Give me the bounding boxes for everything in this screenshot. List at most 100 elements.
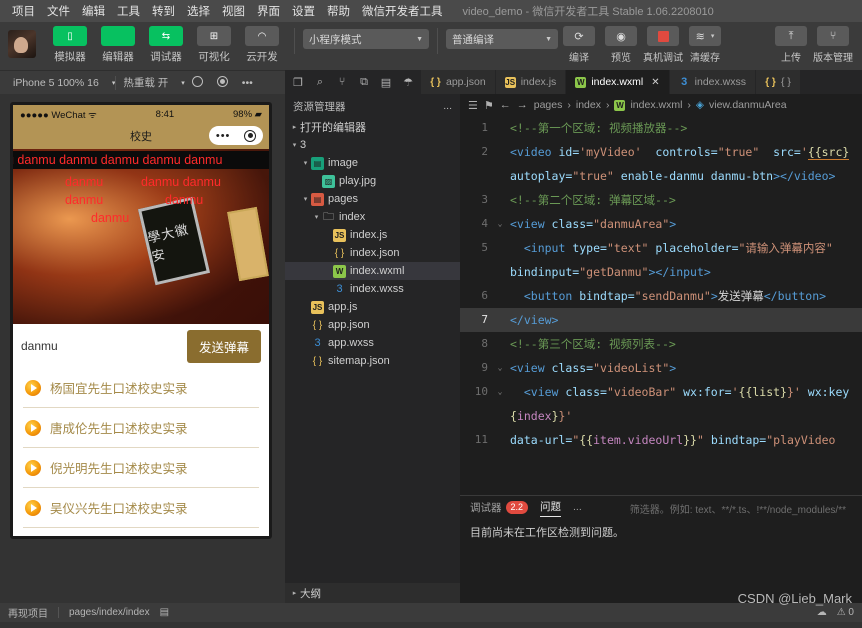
status-save-icon[interactable]: ▤	[160, 607, 169, 618]
list-icon[interactable]: ☰	[468, 99, 478, 112]
extensions-icon[interactable]: ⧉	[353, 76, 375, 89]
fold-icon[interactable]: ⌄	[494, 212, 506, 236]
fold-icon[interactable]	[494, 116, 506, 140]
explorer-item-index.wxml[interactable]: Windex.wxml	[285, 262, 460, 280]
branch-icon[interactable]: ⑂	[331, 76, 353, 88]
copy-icon[interactable]: ❐	[287, 76, 309, 89]
fold-icon[interactable]	[494, 236, 506, 260]
video-list-item[interactable]: 杨国宜先生口述校史实录	[23, 368, 259, 408]
menu-item-9[interactable]: 帮助	[321, 3, 356, 19]
explorer-item-app.wxss[interactable]: 3 app.wxss	[285, 334, 460, 352]
send-danmu-button[interactable]: 发送弹幕	[186, 329, 261, 363]
panel-filter-input[interactable]: 筛选器。例如: text、**/*.ts、!**/node_modules/**	[630, 501, 846, 516]
breadcrumb-part-0[interactable]: pages	[534, 99, 563, 111]
action-button-清缓存[interactable]: ≋ ▾ 清缓存	[684, 26, 726, 64]
breadcrumb-part-2[interactable]: index.wxml	[630, 99, 682, 111]
record-icon[interactable]	[210, 75, 235, 90]
editor-tab-app.json[interactable]: { } app.json	[421, 70, 496, 94]
panel-tab-调试器[interactable]: 调试器 2.2	[470, 500, 529, 517]
fold-icon[interactable]	[494, 332, 506, 356]
search-icon[interactable]: ⌕	[309, 76, 331, 89]
outline-section[interactable]: ▸ 大纲	[285, 583, 460, 603]
explorer-item-sitemap.json[interactable]: { } sitemap.json	[285, 352, 460, 370]
fold-icon[interactable]	[494, 140, 506, 164]
fold-icon[interactable]	[494, 188, 506, 212]
debug-icon[interactable]: ☂	[397, 76, 419, 89]
toolbar-button-调试器[interactable]: ⇆ 调试器	[142, 26, 190, 64]
video-list-item[interactable]: 倪光明先生口述校史实录	[23, 448, 259, 488]
forward-arrow-icon[interactable]: →	[517, 99, 528, 111]
breadcrumb-part-3[interactable]: view.danmuArea	[709, 99, 787, 111]
panel-tab-...[interactable]: ...	[573, 501, 582, 515]
fold-icon[interactable]: ⌄	[494, 380, 506, 404]
explorer-item-index.js[interactable]: JS index.js	[285, 226, 460, 244]
explorer-item-打开的编辑器[interactable]: ▸ 打开的编辑器	[285, 118, 460, 136]
fold-icon[interactable]	[494, 260, 506, 284]
panel-tab-问题[interactable]: 问题	[540, 499, 562, 517]
explorer-item-index.wxss[interactable]: 3 index.wxss	[285, 280, 460, 298]
explorer-item-index[interactable]: ▾ 🗀 index	[285, 208, 460, 226]
explorer-item-pages[interactable]: ▾ ▤ pages	[285, 190, 460, 208]
hot-reload-toggle[interactable]: 热重载 开	[116, 75, 175, 90]
chevron-icon-1: ▾	[292, 142, 297, 149]
menu-item-8[interactable]: 设置	[286, 3, 321, 19]
capsule-buttons[interactable]: •••	[209, 126, 263, 145]
fold-icon[interactable]	[494, 428, 506, 452]
code-line-7: 7 </view>	[460, 308, 862, 332]
status-warn-icon[interactable]: ⚠ 0	[837, 607, 854, 618]
menu-item-5[interactable]: 选择	[181, 3, 216, 19]
action-button-版本管理[interactable]: ⑂ 版本管理	[812, 26, 854, 64]
editor-tab-index.wxml[interactable]: Windex.wxml ✕	[566, 70, 670, 94]
explorer-item-image[interactable]: ▾ ▤ image	[285, 154, 460, 172]
menu-item-7[interactable]: 界面	[251, 3, 286, 19]
status-project[interactable]: 再现项目	[8, 605, 48, 620]
video-list-item[interactable]: 唐成伦先生口述校史实录	[23, 408, 259, 448]
status-path[interactable]: pages/index/index	[69, 607, 150, 618]
editor-tab-index.js[interactable]: JS index.js	[495, 70, 567, 94]
code-content[interactable]: 1 <!--第一个区域: 视频播放器--> 2 <video id='myVideo'…	[460, 116, 862, 495]
menu-item-4[interactable]: 转到	[146, 3, 181, 19]
menu-item-6[interactable]: 视图	[216, 3, 251, 19]
breadcrumb-part-1[interactable]: index	[576, 99, 601, 111]
toolbar-button-编辑器[interactable]: 编辑器	[94, 26, 142, 64]
fold-icon[interactable]	[494, 404, 506, 428]
action-button-真机调试[interactable]: 真机调试	[642, 26, 684, 64]
action-button-编译[interactable]: ⟳ 编译	[558, 26, 600, 64]
refresh-circle-icon[interactable]	[185, 75, 210, 90]
fold-icon[interactable]	[494, 308, 506, 332]
menu-item-1[interactable]: 文件	[41, 3, 76, 19]
back-arrow-icon[interactable]: ←	[500, 99, 511, 111]
fold-icon[interactable]	[494, 164, 506, 188]
menu-item-2[interactable]: 编辑	[76, 3, 111, 19]
action-button-上传[interactable]: ⤒ 上传	[770, 26, 812, 64]
explorer-more-icon[interactable]: ...	[443, 100, 452, 112]
danmu-input[interactable]: danmu	[21, 339, 187, 353]
avatar[interactable]	[8, 30, 36, 58]
more-icon[interactable]: •••	[235, 77, 260, 89]
fold-icon[interactable]: ⌄	[494, 356, 506, 380]
explorer-item-app.js[interactable]: JS app.js	[285, 298, 460, 316]
explorer-item-app.json[interactable]: { } app.json	[285, 316, 460, 334]
menu-item-0[interactable]: 项目	[6, 3, 41, 19]
action-button-预览[interactable]: ◉ 预览	[600, 26, 642, 64]
device-select[interactable]: iPhone 5 100% 16	[6, 77, 106, 89]
toolbar-button-可视化[interactable]: ⊞ 可视化	[190, 26, 238, 64]
save-icon[interactable]: ▤	[375, 76, 397, 89]
toolbar-button-模拟器[interactable]: ▯ 模拟器	[46, 26, 94, 64]
close-icon[interactable]: ✕	[651, 77, 659, 88]
status-bell-icon[interactable]: ☁	[817, 607, 827, 618]
bookmark-icon[interactable]: ⚑	[484, 99, 494, 112]
compile-select[interactable]: 普通编译 ▼	[446, 29, 558, 49]
explorer-item-index.json[interactable]: { } index.json	[285, 244, 460, 262]
menu-item-3[interactable]: 工具	[111, 3, 146, 19]
video-list-item[interactable]: 吴仪兴先生口述校史实录	[23, 488, 259, 528]
menu-item-10[interactable]: 微信开发者工具	[356, 3, 449, 19]
editor-tab-index.wxss[interactable]: 3 index.wxss	[669, 70, 756, 94]
editor-tab-{ }[interactable]: { } { }	[756, 70, 801, 94]
toolbar-button-云开发[interactable]: ◠ 云开发	[238, 26, 286, 64]
fold-icon[interactable]	[494, 284, 506, 308]
explorer-item-3[interactable]: ▾ 3	[285, 136, 460, 154]
mode-select[interactable]: 小程序模式 ▼	[303, 29, 429, 49]
explorer-item-play.jpg[interactable]: ▨ play.jpg	[285, 172, 460, 190]
video-player[interactable]: 學大徽安 u danmu danmu danmu danmu danmu dan…	[13, 149, 269, 324]
